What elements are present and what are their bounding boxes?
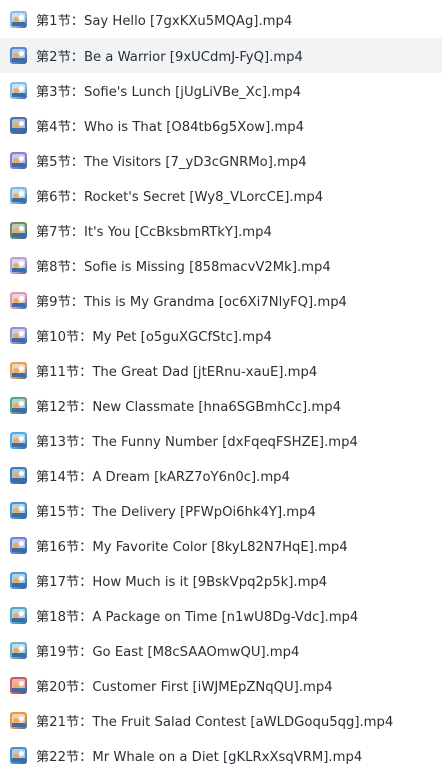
file-name: 第18节：A Package on Time [n1wU8Dg-Vdc].mp4 (36, 610, 359, 625)
file-name: 第7节：It's You [CcBksbmRTkY].mp4 (36, 225, 272, 240)
video-thumbnail-icon (10, 10, 27, 28)
video-thumbnail-icon (10, 362, 27, 379)
file-row[interactable]: 第3节：Sofie's Lunch [jUgLiVBe_Xc].mp4 (0, 73, 442, 108)
video-thumbnail-icon (10, 222, 27, 239)
video-thumbnail-icon (10, 677, 27, 694)
file-row[interactable]: 第12节：New Classmate [hna6SGBmhCc].mp4 (0, 388, 442, 423)
file-row[interactable]: 第17节：How Much is it [9BskVpq2p5k].mp4 (0, 563, 442, 598)
file-row[interactable]: 第7节：It's You [CcBksbmRTkY].mp4 (0, 213, 442, 248)
file-row[interactable]: 第15节：The Delivery [PFWpOi6hk4Y].mp4 (0, 493, 442, 528)
file-row[interactable]: 第22节：Mr Whale on a Diet [gKLRxXsqVRM].mp… (0, 738, 442, 770)
file-name: 第10节：My Pet [o5guXGCfStc].mp4 (36, 330, 272, 345)
file-row[interactable]: 第13节：The Funny Number [dxFqeqFSHZE].mp4 (0, 423, 442, 458)
file-row[interactable]: 第21节：The Fruit Salad Contest [aWLDGoqu5q… (0, 703, 442, 738)
video-thumbnail-icon (10, 747, 27, 764)
file-name: 第22节：Mr Whale on a Diet [gKLRxXsqVRM].mp… (36, 750, 363, 765)
video-thumbnail-icon (10, 432, 27, 449)
video-thumbnail-icon (10, 502, 27, 519)
video-thumbnail-icon (10, 537, 27, 554)
file-row[interactable]: 第14节：A Dream [kARZ7oY6n0c].mp4 (0, 458, 442, 493)
video-thumbnail-icon (10, 607, 27, 624)
file-name: 第12节：New Classmate [hna6SGBmhCc].mp4 (36, 400, 341, 415)
video-thumbnail-icon (10, 187, 27, 204)
video-thumbnail-icon (10, 397, 27, 414)
file-name: 第3节：Sofie's Lunch [jUgLiVBe_Xc].mp4 (36, 85, 301, 100)
file-name: 第11节：The Great Dad [jtERnu-xauE].mp4 (36, 365, 318, 380)
video-thumbnail-icon (10, 467, 27, 484)
file-row[interactable]: 第11节：The Great Dad [jtERnu-xauE].mp4 (0, 353, 442, 388)
file-row[interactable]: 第18节：A Package on Time [n1wU8Dg-Vdc].mp4 (0, 598, 442, 633)
file-row[interactable]: 第2节：Be a Warrior [9xUCdmJ-FyQ].mp4 (0, 38, 442, 73)
file-list: 第1节：Say Hello [7gxKXu5MQAg].mp4 第2节：Be a … (0, 0, 442, 770)
file-row[interactable]: 第1节：Say Hello [7gxKXu5MQAg].mp4 (0, 0, 442, 38)
file-name: 第14节：A Dream [kARZ7oY6n0c].mp4 (36, 470, 290, 485)
video-thumbnail-icon (10, 327, 27, 344)
file-name: 第8节：Sofie is Missing [858macvV2Mk].mp4 (36, 260, 331, 275)
file-name: 第16节：My Favorite Color [8kyL82N7HqE].mp4 (36, 540, 348, 555)
file-name: 第17节：How Much is it [9BskVpq2p5k].mp4 (36, 575, 328, 590)
file-name: 第21节：The Fruit Salad Contest [aWLDGoqu5q… (36, 715, 394, 730)
video-thumbnail-icon (10, 152, 27, 169)
file-name: 第1节：Say Hello [7gxKXu5MQAg].mp4 (36, 13, 293, 29)
file-name: 第15节：The Delivery [PFWpOi6hk4Y].mp4 (36, 505, 316, 520)
file-row[interactable]: 第8节：Sofie is Missing [858macvV2Mk].mp4 (0, 248, 442, 283)
file-row[interactable]: 第9节：This is My Grandma [oc6Xi7NlyFQ].mp4 (0, 283, 442, 318)
file-name: 第19节：Go East [M8cSAAOmwQU].mp4 (36, 645, 300, 660)
file-row[interactable]: 第20节：Customer First [iWJMEpZNqQU].mp4 (0, 668, 442, 703)
file-row[interactable]: 第6节：Rocket's Secret [Wy8_VLorcCE].mp4 (0, 178, 442, 213)
file-name: 第9节：This is My Grandma [oc6Xi7NlyFQ].mp4 (36, 295, 347, 310)
file-name: 第4节：Who is That [O84tb6g5Xow].mp4 (36, 120, 305, 135)
video-thumbnail-icon (10, 712, 27, 729)
video-thumbnail-icon (10, 572, 27, 589)
video-thumbnail-icon (10, 117, 27, 134)
file-row[interactable]: 第4节：Who is That [O84tb6g5Xow].mp4 (0, 108, 442, 143)
video-thumbnail-icon (10, 82, 27, 99)
file-row[interactable]: 第16节：My Favorite Color [8kyL82N7HqE].mp4 (0, 528, 442, 563)
file-row[interactable]: 第19节：Go East [M8cSAAOmwQU].mp4 (0, 633, 442, 668)
file-name: 第5节：The Visitors [7_yD3cGNRMo].mp4 (36, 155, 307, 170)
video-thumbnail-icon (10, 642, 27, 659)
video-thumbnail-icon (10, 47, 27, 64)
file-name: 第20节：Customer First [iWJMEpZNqQU].mp4 (36, 680, 333, 695)
video-thumbnail-icon (10, 257, 27, 274)
video-thumbnail-icon (10, 292, 27, 309)
file-name: 第13节：The Funny Number [dxFqeqFSHZE].mp4 (36, 435, 358, 450)
file-name: 第6节：Rocket's Secret [Wy8_VLorcCE].mp4 (36, 190, 324, 205)
file-row[interactable]: 第10节：My Pet [o5guXGCfStc].mp4 (0, 318, 442, 353)
file-name: 第2节：Be a Warrior [9xUCdmJ-FyQ].mp4 (36, 50, 303, 65)
file-row[interactable]: 第5节：The Visitors [7_yD3cGNRMo].mp4 (0, 143, 442, 178)
